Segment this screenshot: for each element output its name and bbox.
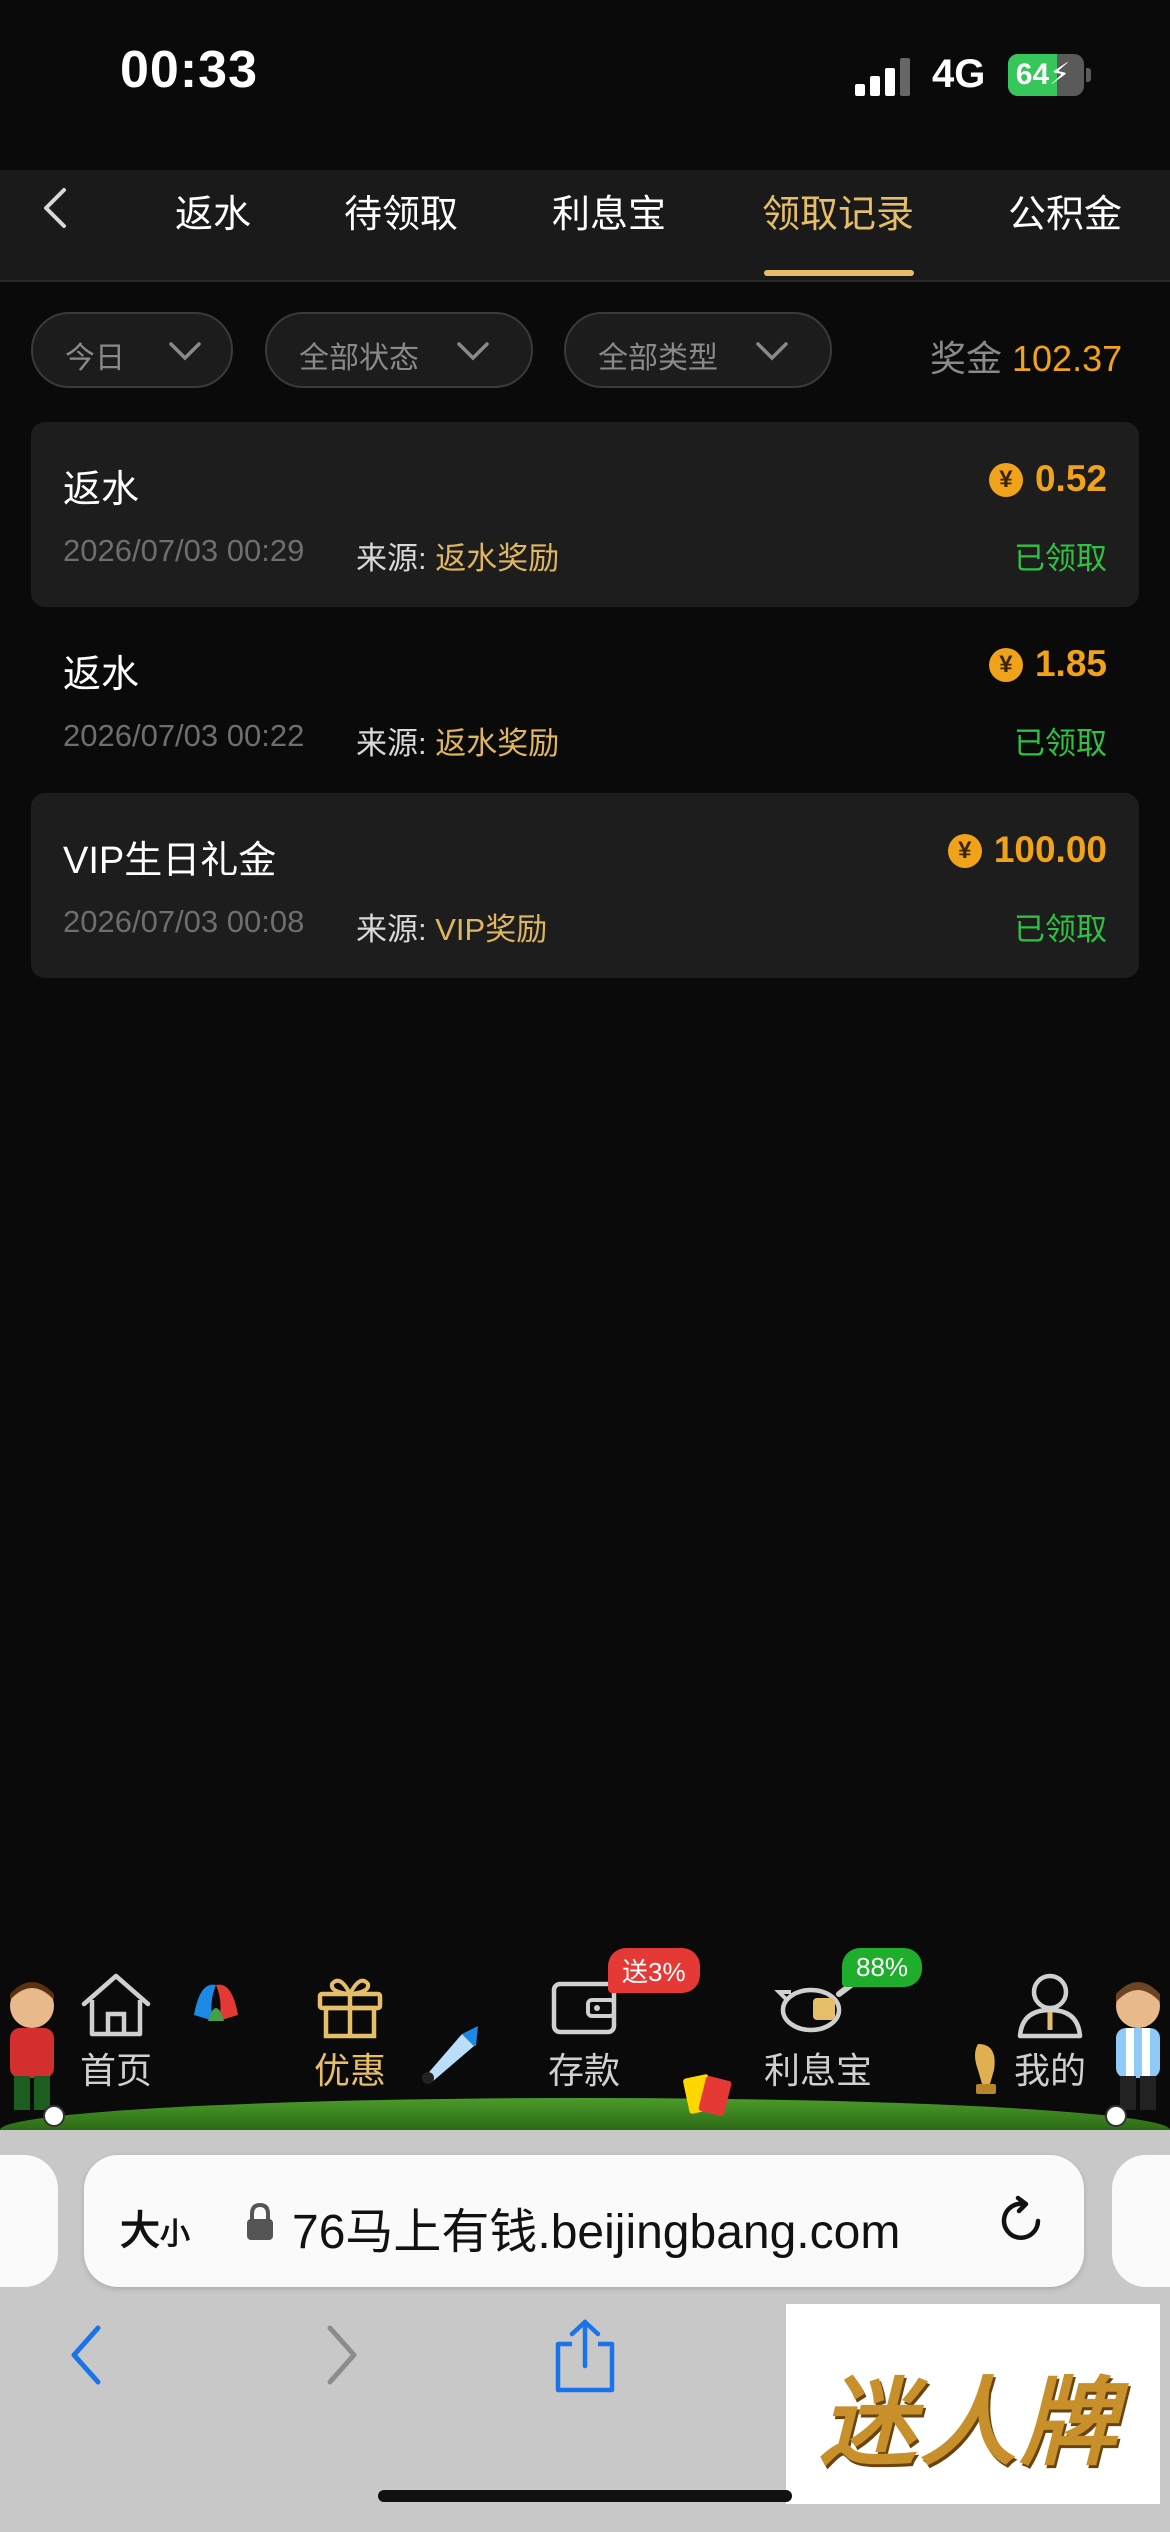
nav-interest[interactable]: 利息宝 — [748, 1970, 888, 2094]
battery-level: 64 — [1015, 58, 1050, 91]
share-icon[interactable] — [550, 2318, 620, 2394]
type-filter[interactable]: 全部类型 — [564, 312, 832, 388]
tab-pending[interactable]: 待领取 — [344, 183, 458, 238]
status-filter[interactable]: 全部状态 — [265, 312, 533, 388]
record-source: 来源: VIP奖励 — [356, 904, 547, 949]
next-tab-pill[interactable] — [1112, 2155, 1170, 2287]
record-source: 来源: 返水奖励 — [356, 718, 559, 763]
record-amount-value: 1.85 — [1034, 643, 1107, 684]
record-amount-value: 100.00 — [993, 829, 1107, 870]
user-icon — [1017, 1973, 1083, 2039]
text-size-large: 大 — [120, 2209, 160, 2253]
vuvuzela-icon — [422, 2026, 478, 2084]
status-filter-label: 全部状态 — [299, 342, 419, 375]
tab-rebate[interactable]: 返水 — [175, 183, 251, 238]
record-time: 2026/07/03 00:22 — [63, 718, 305, 753]
record-source-value: 返水奖励 — [435, 726, 560, 761]
battery-icon: 64⚡ — [1008, 54, 1084, 96]
active-tab-indicator — [764, 270, 914, 276]
record-source-label: 来源: — [356, 541, 427, 576]
record-card — [31, 793, 1139, 978]
record-amount: ¥1.85 — [988, 643, 1107, 685]
date-filter-label: 今日 — [65, 342, 125, 375]
record-time: 2026/07/03 00:08 — [63, 904, 305, 939]
record-amount: ¥100.00 — [947, 829, 1107, 871]
reload-icon[interactable] — [994, 2194, 1048, 2248]
browser-back-icon[interactable] — [62, 2320, 112, 2390]
chevron-down-icon — [169, 342, 201, 361]
coin-icon: ¥ — [988, 463, 1023, 497]
nav-home-label: 首页 — [79, 2050, 152, 2091]
nav-promotions[interactable]: 优惠 — [280, 1970, 420, 2094]
nav-interest-label: 利息宝 — [763, 2050, 872, 2091]
back-button[interactable] — [28, 178, 88, 238]
nav-promotions-label: 优惠 — [313, 2050, 386, 2091]
type-filter-label: 全部类型 — [598, 342, 718, 375]
bonus-value: 102.37 — [1012, 338, 1123, 379]
record-amount-value: 0.52 — [1034, 458, 1107, 499]
text-size-small: 小 — [160, 2218, 190, 2251]
lock-icon — [247, 2202, 273, 2240]
nav-profile[interactable]: 我的 — [980, 1970, 1120, 2094]
record-source: 来源: 返水奖励 — [356, 533, 559, 578]
url-text[interactable]: 76马上有钱.beijingbang.com — [292, 2192, 900, 2262]
nav-profile-label: 我的 — [1013, 2050, 1086, 2091]
browser-forward-icon[interactable] — [316, 2320, 366, 2390]
text-size-button[interactable]: 大小 — [120, 2198, 190, 2256]
record-source-value: 返水奖励 — [435, 541, 560, 576]
record-title: VIP生日礼金 — [63, 840, 277, 882]
record-title: 返水 — [63, 469, 140, 511]
record-source-label: 来源: — [356, 912, 427, 947]
tab-interest[interactable]: 利息宝 — [552, 183, 666, 238]
record-card — [31, 607, 1139, 792]
cards-icon — [683, 2074, 732, 2116]
bonus-label: 奖金 — [930, 338, 1003, 379]
date-filter[interactable]: 今日 — [31, 312, 233, 388]
previous-tab-pill[interactable] — [0, 2155, 58, 2287]
status-time: 00:33 — [120, 41, 258, 99]
bonus-total: 奖金 102.37 — [930, 330, 1122, 382]
battery-tip — [1086, 68, 1091, 82]
deposit-badge: 送3% — [608, 1948, 700, 1993]
nav-home[interactable]: 首页 — [46, 1970, 186, 2094]
record-status: 已领取 — [1014, 541, 1107, 576]
chevron-left-icon — [44, 188, 66, 228]
record-status: 已领取 — [1014, 726, 1107, 761]
chevron-down-icon — [457, 342, 489, 361]
record-card — [31, 422, 1139, 607]
record-source-value: VIP奖励 — [435, 912, 548, 947]
home-indicator — [378, 2490, 792, 2502]
chevron-down-icon — [756, 342, 788, 361]
coin-icon: ¥ — [947, 834, 982, 868]
interest-badge: 88% — [842, 1948, 923, 1987]
network-type: 4G — [932, 52, 986, 96]
record-title: 返水 — [63, 654, 140, 696]
gift-icon — [317, 1978, 383, 2039]
record-amount: ¥0.52 — [988, 458, 1107, 500]
hands-emblem-icon — [194, 1984, 238, 2021]
cellular-signal-icon — [855, 58, 913, 96]
record-time: 2026/07/03 00:29 — [63, 533, 305, 568]
nav-deposit-label: 存款 — [547, 2050, 620, 2091]
home-icon — [81, 1973, 151, 2037]
watermark-text: 迷人牌 — [820, 2366, 1120, 2479]
coin-icon: ¥ — [988, 648, 1023, 682]
record-status: 已领取 — [1014, 912, 1107, 947]
record-source-label: 来源: — [356, 726, 427, 761]
tab-claim-records[interactable]: 领取记录 — [762, 183, 914, 238]
tab-provident-fund[interactable]: 公积金 — [1008, 183, 1122, 238]
